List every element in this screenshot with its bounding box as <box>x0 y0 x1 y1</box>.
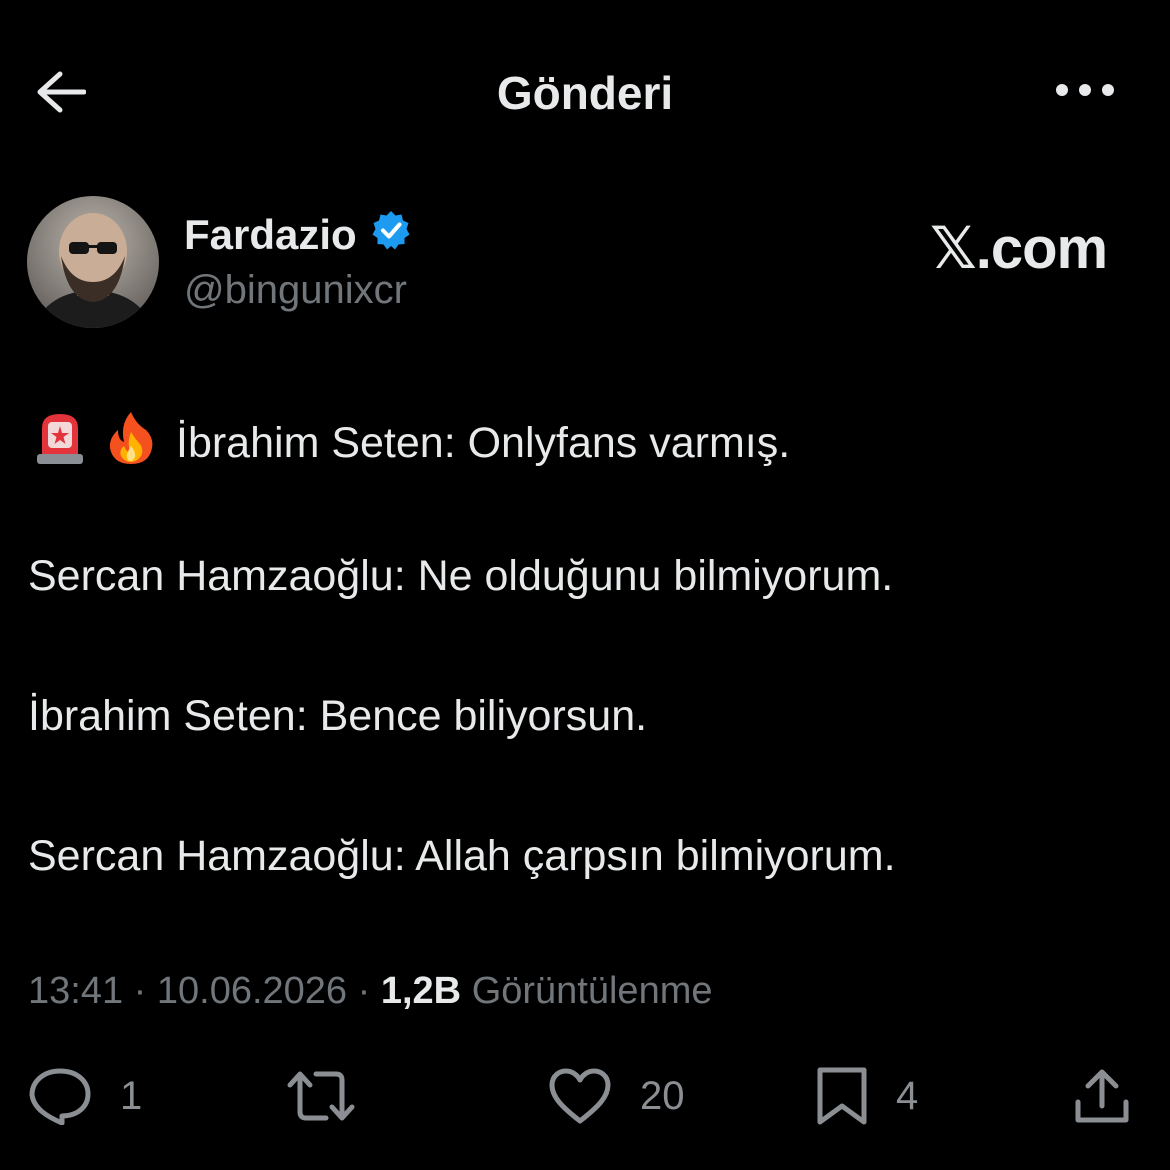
heart-icon <box>548 1067 612 1125</box>
tweet-line-1: İbrahim Seten: Onlyfans varmış. <box>176 419 791 467</box>
back-button[interactable] <box>30 64 90 124</box>
reply-button[interactable]: 1 <box>28 1066 142 1126</box>
bookmark-button[interactable]: 4 <box>816 1066 918 1126</box>
share-icon <box>1072 1066 1132 1126</box>
more-options-button[interactable] <box>1050 64 1120 120</box>
like-count: 20 <box>640 1073 685 1118</box>
tweet-time[interactable]: 13:41 <box>28 970 123 1012</box>
page-title: Gönderi <box>496 67 674 119</box>
x-com-watermark: 𝕏.com <box>930 216 1108 281</box>
author-name-row[interactable]: Fardazio <box>184 210 411 260</box>
views-count[interactable]: 1,2B <box>381 970 461 1012</box>
verified-badge-icon <box>371 210 411 260</box>
author-handle[interactable]: @bingunixcr <box>184 268 407 313</box>
tweet-line-2: Sercan Hamzaoğlu: Ne olduğunu bilmiyorum… <box>28 552 894 600</box>
bookmark-icon <box>816 1066 868 1126</box>
views-label[interactable]: Görüntülenme <box>472 970 713 1012</box>
tweet-meta: 13:41 · 10.06.2026 · 1,2B Görüntülenme <box>28 970 713 1013</box>
avatar-image <box>27 196 159 328</box>
police-light-emoji <box>34 410 86 477</box>
bookmark-count: 4 <box>896 1073 919 1118</box>
meta-separator-2: · <box>357 970 371 1012</box>
meta-separator: · <box>133 970 147 1012</box>
avatar[interactable] <box>27 196 159 328</box>
display-name[interactable]: Fardazio <box>184 211 357 259</box>
repost-icon <box>286 1068 356 1124</box>
tweet-line-1-row: İbrahim Seten: Onlyfans varmış. <box>28 410 790 477</box>
reply-icon <box>28 1067 92 1125</box>
share-button[interactable] <box>1072 1066 1132 1126</box>
repost-button[interactable] <box>286 1066 384 1126</box>
ellipsis-horizontal-icon <box>1055 83 1115 102</box>
tweet-line-3: İbrahim Seten: Bence biliyorsun. <box>28 692 648 740</box>
like-button[interactable]: 20 <box>548 1066 685 1126</box>
tweet-line-4: Sercan Hamzaoğlu: Allah çarpsın bilmiyor… <box>28 832 896 880</box>
arrow-left-icon <box>34 70 87 119</box>
tweet-date[interactable]: 10.06.2026 <box>157 970 347 1012</box>
reply-count: 1 <box>120 1073 143 1118</box>
fire-emoji <box>106 410 156 477</box>
